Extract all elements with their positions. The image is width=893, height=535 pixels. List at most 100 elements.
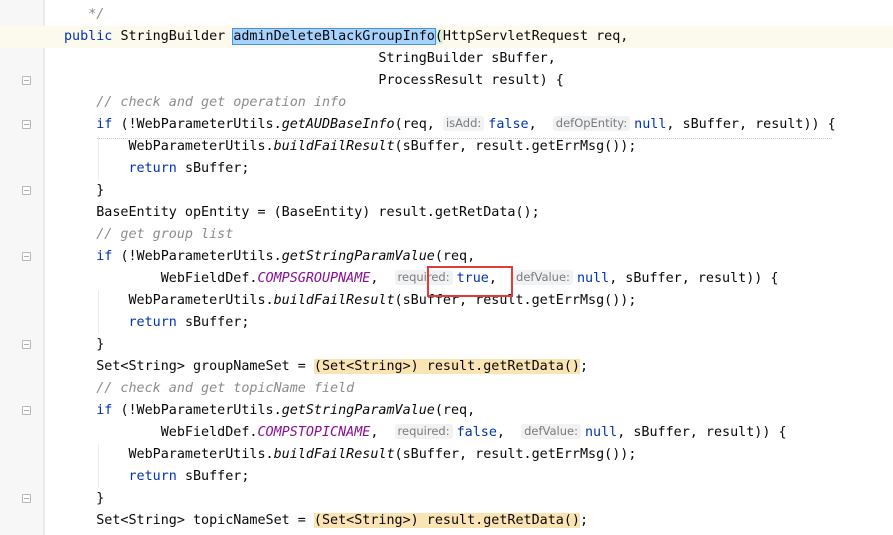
code-token: WebParameterUtils. bbox=[64, 293, 274, 308]
code-line-content: return sBuffer; bbox=[64, 312, 250, 334]
parameter-hint: defValue: bbox=[521, 424, 581, 439]
code-token: // check and get operation info bbox=[96, 95, 347, 110]
code-line[interactable]: Set<String> topicNameSet = (Set<String>)… bbox=[0, 510, 893, 532]
code-token: (Set<String>) result.getRetData() bbox=[313, 513, 580, 528]
code-token: Set<String> groupNameSet = bbox=[64, 359, 314, 374]
code-token: sBuffer; bbox=[184, 161, 250, 176]
code-token: false bbox=[488, 117, 529, 132]
code-line-content: } bbox=[64, 488, 104, 510]
code-line[interactable]: } bbox=[0, 334, 893, 356]
code-editor[interactable]: */ public StringBuilder adminDeleteBlackG… bbox=[0, 0, 893, 535]
code-line-content: } bbox=[64, 180, 104, 202]
code-token: (req, bbox=[434, 249, 476, 264]
code-line[interactable]: } bbox=[0, 488, 893, 510]
code-token: Set<String> topicNameSet = bbox=[64, 513, 314, 528]
code-line[interactable]: // check and get operation info bbox=[0, 92, 893, 114]
code-line[interactable]: // check and get topicName field bbox=[0, 378, 893, 400]
code-token: (sBuffer, result.getErrMsg()); bbox=[394, 139, 637, 154]
code-line[interactable]: if (!WebParameterUtils.getStringParamVal… bbox=[0, 400, 893, 422]
code-line-content: Set<String> groupNameSet = (Set<String>)… bbox=[64, 356, 588, 378]
code-token: StringBuilder sBuffer, bbox=[64, 51, 556, 66]
code-token: StringBuilder bbox=[120, 29, 234, 44]
parameter-hint: defOpEntity: bbox=[552, 116, 631, 131]
code-token: */ bbox=[88, 7, 105, 22]
code-line-content: */ bbox=[64, 4, 104, 26]
code-line[interactable]: return sBuffer; bbox=[0, 466, 893, 488]
code-line[interactable]: WebParameterUtils.buildFailResult(sBuffe… bbox=[0, 290, 893, 312]
code-token: , bbox=[370, 271, 395, 286]
code-token: sBuffer; bbox=[184, 315, 250, 330]
code-token: (sBuffer, result.getErrMsg()); bbox=[394, 447, 637, 462]
code-line[interactable]: WebParameterUtils.buildFailResult(sBuffe… bbox=[0, 444, 893, 466]
code-token: , sBuffer, result)) { bbox=[617, 425, 787, 440]
code-line-content: if (!WebParameterUtils.getStringParamVal… bbox=[64, 400, 475, 422]
code-token: true bbox=[456, 271, 489, 286]
code-line-content: if (!WebParameterUtils.getStringParamVal… bbox=[64, 246, 475, 268]
code-line[interactable]: return sBuffer; bbox=[0, 312, 893, 334]
code-token: WebParameterUtils. bbox=[64, 139, 274, 154]
code-token: if bbox=[96, 403, 121, 418]
code-line-content: } bbox=[64, 334, 104, 356]
parameter-hint: required: bbox=[394, 424, 453, 439]
code-token: COMPSGROUPNAME bbox=[257, 271, 371, 286]
code-line-content: public StringBuilder adminDeleteBlackGro… bbox=[64, 26, 628, 48]
code-token: , sBuffer, result)) { bbox=[609, 271, 779, 286]
code-line[interactable]: ProcessResult result) { bbox=[0, 70, 893, 92]
code-line-content: BaseEntity opEntity = (BaseEntity) resul… bbox=[64, 202, 540, 224]
code-token: , bbox=[496, 425, 522, 440]
code-token: getStringParamValue bbox=[281, 249, 435, 264]
code-token: , sBuffer, result)) { bbox=[666, 117, 836, 132]
parameter-hint: required: bbox=[394, 270, 453, 285]
code-line[interactable]: if (!WebParameterUtils.getAUDBaseInfo(re… bbox=[0, 114, 893, 136]
code-line[interactable]: Set<String> groupNameSet = (Set<String>)… bbox=[0, 356, 893, 378]
code-line-content: Set<String> topicNameSet = (Set<String>)… bbox=[64, 510, 588, 532]
code-line[interactable]: BaseEntity opEntity = (BaseEntity) resul… bbox=[0, 202, 893, 224]
code-token: } bbox=[64, 337, 105, 352]
code-token: WebParameterUtils. bbox=[64, 447, 274, 462]
code-token: (Set<String>) result.getRetData() bbox=[313, 359, 580, 374]
code-token: sBuffer; bbox=[184, 469, 250, 484]
code-token: ; bbox=[579, 359, 589, 374]
code-line[interactable]: public StringBuilder adminDeleteBlackGro… bbox=[0, 26, 893, 48]
code-token: , bbox=[370, 425, 395, 440]
code-line[interactable]: WebFieldDef.COMPSGROUPNAME, required: tru… bbox=[0, 268, 893, 290]
code-token: (!WebParameterUtils. bbox=[120, 249, 282, 264]
code-token: getAUDBaseInfo bbox=[281, 117, 395, 132]
code-token: return bbox=[128, 161, 185, 176]
code-token: , bbox=[528, 117, 553, 132]
code-token: false bbox=[456, 425, 497, 440]
code-line[interactable]: if (!WebParameterUtils.getStringParamVal… bbox=[0, 246, 893, 268]
code-token: buildFailResult bbox=[273, 447, 395, 462]
code-line[interactable]: } bbox=[0, 180, 893, 202]
warning-underline bbox=[97, 137, 832, 139]
parameter-hint: isAdd: bbox=[442, 116, 485, 131]
code-token: // get group list bbox=[96, 227, 234, 242]
code-line-content: WebParameterUtils.buildFailResult(sBuffe… bbox=[64, 290, 636, 312]
code-token: BaseEntity opEntity = (BaseEntity) resul… bbox=[64, 205, 540, 220]
code-line[interactable]: */ bbox=[0, 4, 893, 26]
code-token: } bbox=[64, 183, 105, 198]
code-token: (!WebParameterUtils. bbox=[120, 117, 282, 132]
code-line[interactable]: StringBuilder sBuffer, bbox=[0, 48, 893, 70]
code-token: (req, bbox=[434, 403, 476, 418]
code-line[interactable]: WebFieldDef.COMPSTOPICNAME, required: fal… bbox=[0, 422, 893, 444]
code-token: public bbox=[64, 29, 121, 44]
code-line-content: return sBuffer; bbox=[64, 158, 250, 180]
code-line[interactable]: return sBuffer; bbox=[0, 158, 893, 180]
code-token: ; bbox=[579, 513, 589, 528]
code-line-content: return sBuffer; bbox=[64, 466, 250, 488]
code-line[interactable]: WebParameterUtils.buildFailResult(sBuffe… bbox=[0, 136, 893, 158]
code-line-content: ProcessResult result) { bbox=[64, 70, 563, 92]
code-token: , bbox=[488, 271, 514, 286]
code-line[interactable]: // get group list bbox=[0, 224, 893, 246]
code-token: return bbox=[128, 315, 185, 330]
code-token: HttpServletRequest req, bbox=[442, 29, 629, 44]
